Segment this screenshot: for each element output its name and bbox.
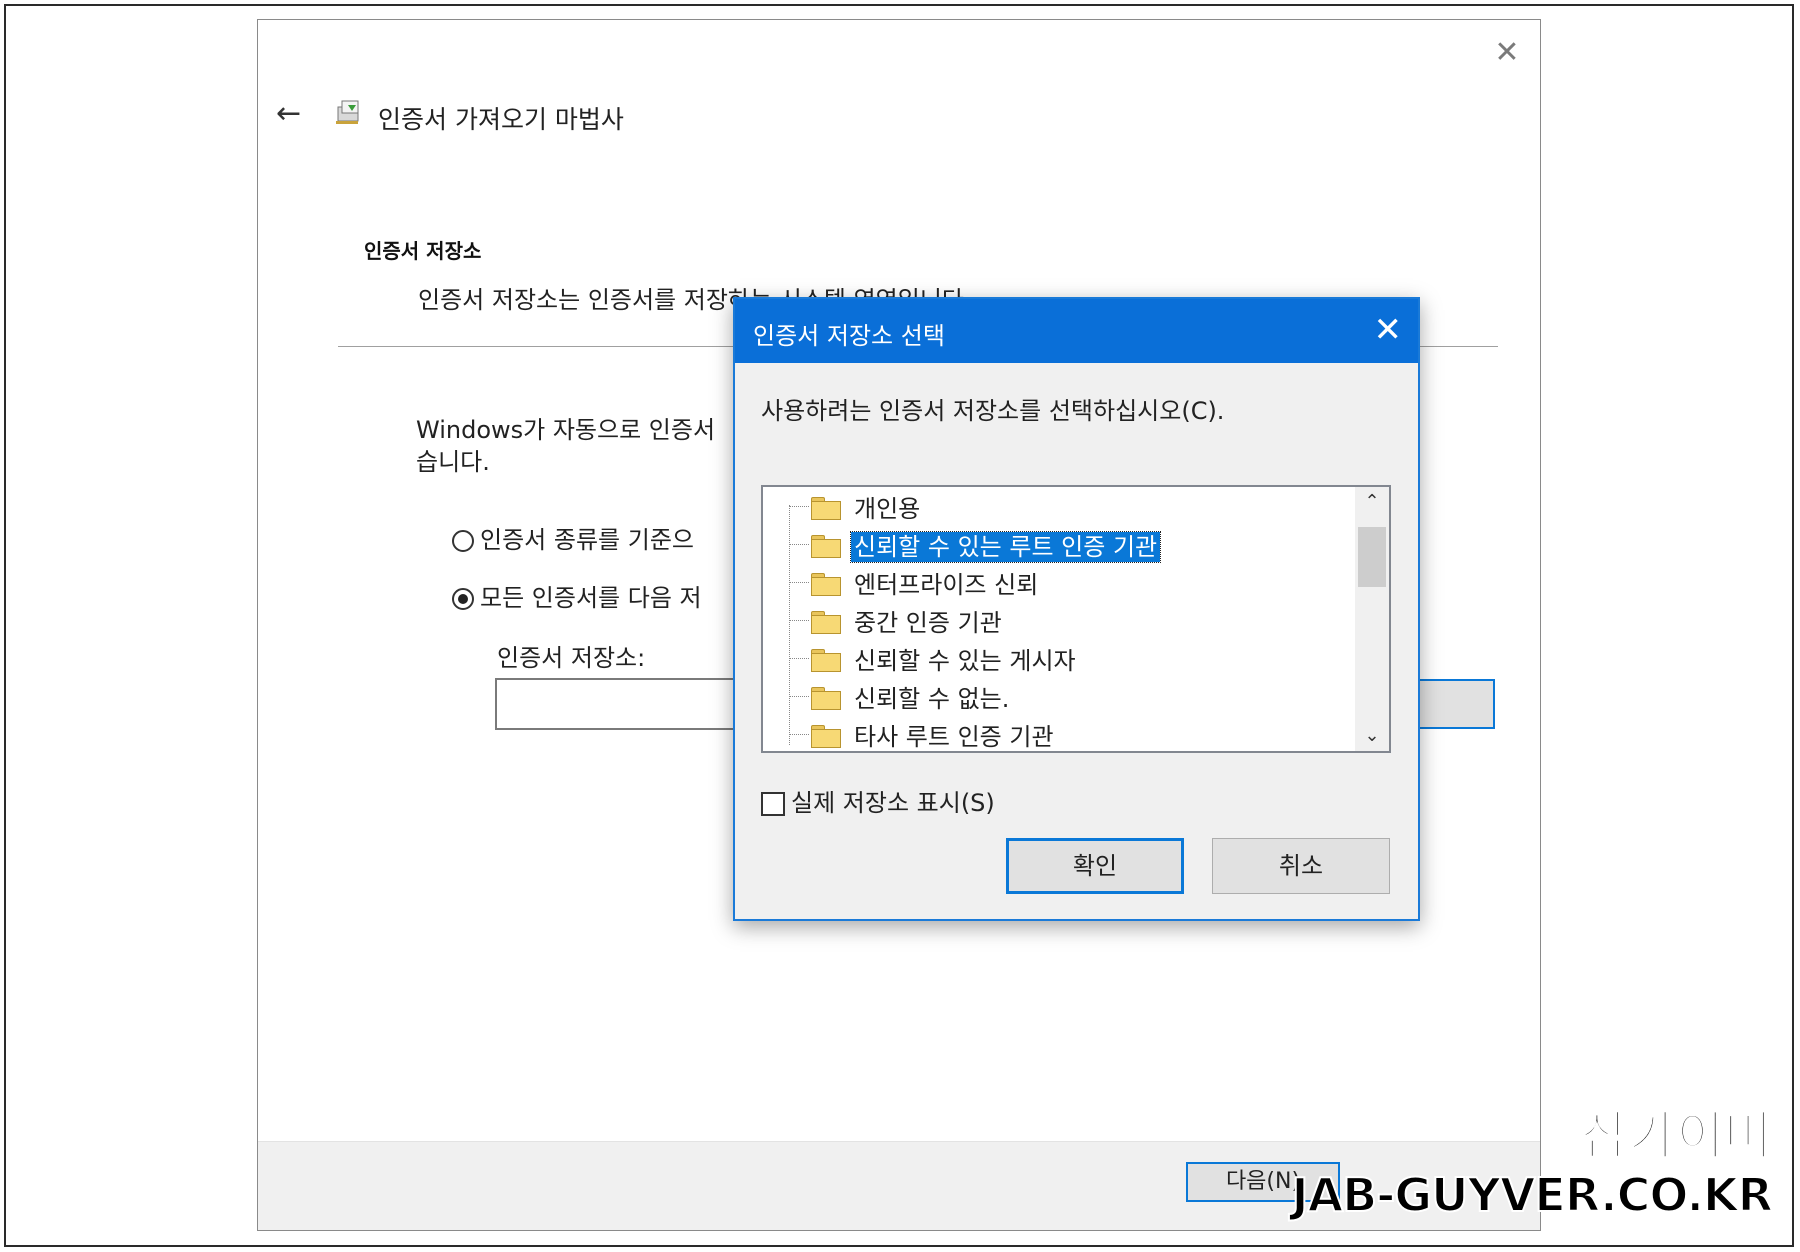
folder-icon — [811, 647, 841, 672]
tree-scrollbar[interactable]: ⌃ ⌄ — [1355, 487, 1389, 751]
tree-item-label: 개인용 — [854, 495, 921, 523]
show-physical-checkbox[interactable] — [761, 792, 785, 816]
cancel-button[interactable]: 취소 — [1212, 838, 1390, 894]
radio-all-label: 모든 인증서를 다음 저 — [480, 584, 702, 612]
tree-item-label-selected: 신뢰할 수 있는 루트 인증 기관 — [849, 531, 1162, 563]
radio-place-all[interactable]: 모든 인증서를 다음 저 — [452, 578, 702, 613]
watermark-korean: 잡가이버 — [1580, 1106, 1773, 1168]
tree-item-label: 타사 루트 인증 기관 — [854, 723, 1054, 751]
radio-auto-select[interactable]: 인증서 종류를 기준으 — [452, 520, 694, 555]
folder-icon — [811, 609, 841, 634]
watermark: 잡가이버 JAB-GUYVER.CO.KR — [1291, 1106, 1774, 1223]
dialog-titlebar: 인증서 저장소 선택 ✕ — [735, 299, 1418, 363]
dialog-title: 인증서 저장소 선택 — [753, 322, 945, 350]
folder-icon — [811, 723, 841, 748]
tree-item-trusted-root[interactable]: 신뢰할 수 있는 루트 인증 기관 — [789, 527, 1162, 563]
folder-icon — [811, 571, 841, 596]
show-physical-stores[interactable]: 실제 저장소 표시(S) — [761, 783, 995, 818]
ok-button[interactable]: 확인 — [1006, 838, 1184, 894]
tree-item-label: 중간 인증 기관 — [854, 609, 1002, 637]
radio-auto-label: 인증서 종류를 기준으 — [480, 526, 694, 554]
tree-item-label: 엔터프라이즈 신뢰 — [854, 571, 1039, 599]
dialog-prompt: 사용하려는 인증서 저장소를 선택하십시오(C). — [761, 397, 1225, 425]
close-icon[interactable]: ✕ — [1374, 311, 1403, 349]
scroll-down-icon[interactable]: ⌄ — [1355, 721, 1389, 751]
radio-button-checked[interactable] — [452, 588, 474, 610]
folder-icon — [811, 685, 841, 710]
show-physical-label: 실제 저장소 표시(S) — [791, 789, 995, 817]
tree-item-trusted-publishers[interactable]: 신뢰할 수 있는 게시자 — [789, 641, 1079, 675]
tree-item-personal[interactable]: 개인용 — [789, 489, 923, 523]
close-icon[interactable]: ✕ — [1492, 38, 1522, 68]
store-tree-list[interactable]: 개인용 신뢰할 수 있는 루트 인증 기관 엔터프라이즈 신뢰 중간 인증 기관… — [761, 485, 1391, 753]
tree-item-intermediate[interactable]: 중간 인증 기관 — [789, 603, 1005, 637]
tree-item-label: 신뢰할 수 있는 게시자 — [854, 647, 1076, 675]
tree-item-third-party-root[interactable]: 타사 루트 인증 기관 — [789, 717, 1057, 751]
store-label: 인증서 저장소: — [497, 644, 646, 672]
tree-item-label: 신뢰할 수 없는. — [854, 685, 1010, 713]
folder-icon — [811, 533, 841, 558]
back-arrow-icon[interactable]: ← — [276, 96, 301, 131]
auto-text-line1: Windows가 자동으로 인증서 — [416, 416, 716, 444]
auto-text-line2: 습니다. — [416, 448, 490, 476]
radio-button[interactable] — [452, 530, 474, 552]
tree-item-enterprise-trust[interactable]: 엔터프라이즈 신뢰 — [789, 565, 1041, 599]
scroll-thumb[interactable] — [1358, 527, 1386, 587]
select-certificate-store-dialog: 인증서 저장소 선택 ✕ 사용하려는 인증서 저장소를 선택하십시오(C). 개… — [733, 297, 1420, 921]
auto-select-description: Windows가 자동으로 인증서 습니다. — [416, 414, 715, 478]
tree-item-untrusted[interactable]: 신뢰할 수 없는. — [789, 679, 1012, 713]
folder-icon — [811, 495, 841, 520]
wizard-title: 인증서 가져오기 마법사 — [378, 105, 624, 134]
section-title: 인증서 저장소 — [364, 239, 482, 263]
scroll-up-icon[interactable]: ⌃ — [1355, 487, 1389, 517]
watermark-url: JAB-GUYVER.CO.KR — [1291, 1167, 1774, 1223]
certificate-wizard-icon — [336, 100, 359, 124]
